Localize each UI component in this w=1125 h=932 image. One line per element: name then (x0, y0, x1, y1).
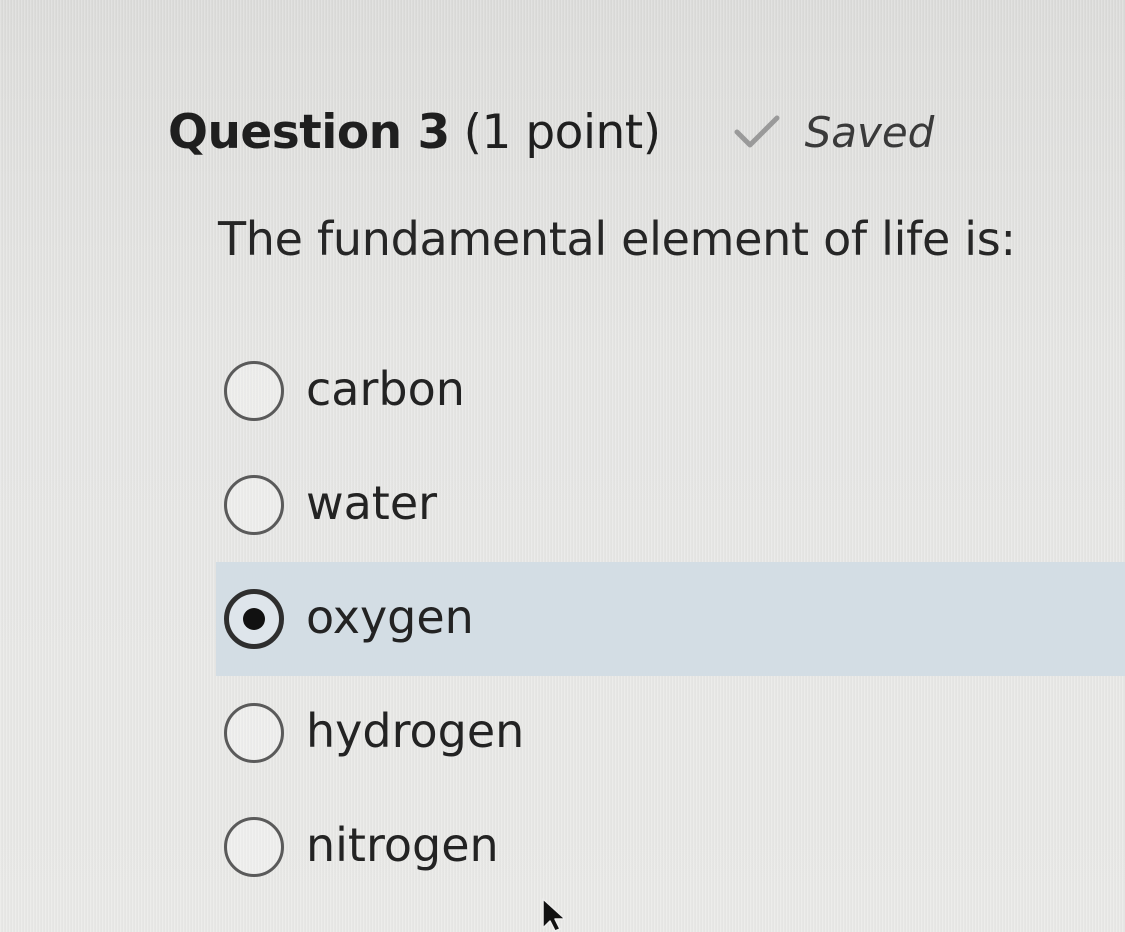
question-title: Question 3 (168, 104, 450, 160)
option-oxygen[interactable]: oxygen (216, 562, 1125, 676)
option-hydrogen[interactable]: hydrogen (216, 676, 1125, 790)
option-label: water (306, 476, 438, 530)
question-points: (1 point) (463, 104, 661, 160)
saved-label: Saved (804, 107, 935, 157)
question-prompt: The fundamental element of life is: (218, 212, 1016, 266)
option-water[interactable]: water (216, 448, 1125, 562)
check-icon (734, 115, 780, 148)
saved-status: Saved (733, 107, 935, 157)
radio-button[interactable] (224, 361, 284, 421)
option-label: carbon (306, 362, 465, 416)
answer-options: carbon water oxygen hydrogen nitrogen (216, 334, 1125, 904)
option-label: hydrogen (306, 704, 525, 758)
option-label: nitrogen (306, 818, 499, 872)
question-header: Question 3 (1 point) Saved (168, 100, 934, 164)
radio-dot (243, 608, 265, 630)
option-nitrogen[interactable]: nitrogen (216, 790, 1125, 904)
radio-button[interactable] (224, 703, 284, 763)
radio-button[interactable] (224, 589, 284, 649)
radio-button[interactable] (224, 475, 284, 535)
radio-button[interactable] (224, 817, 284, 877)
mouse-pointer-icon (542, 898, 566, 932)
option-carbon[interactable]: carbon (216, 334, 1125, 448)
option-label: oxygen (306, 590, 474, 644)
